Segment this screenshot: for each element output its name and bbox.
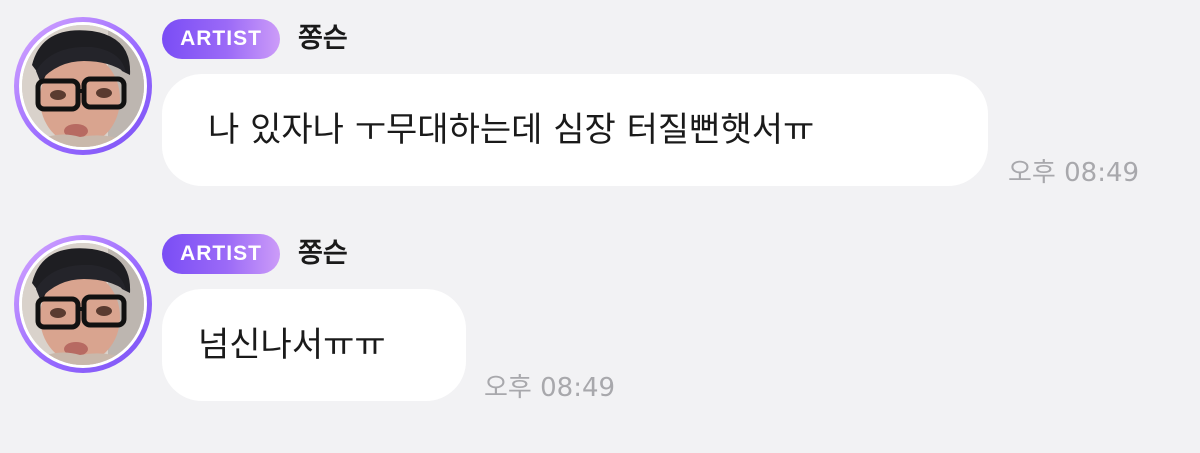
- message-bubble[interactable]: 나 있자나 ㅜ무대하는데 심장 터질뻔햇서ㅠ: [162, 74, 988, 186]
- avatar-photo: [22, 25, 144, 147]
- avatar-photo: [22, 243, 144, 365]
- message-time: 오후 08:49: [1008, 158, 1140, 188]
- avatar[interactable]: [14, 235, 152, 373]
- message-time: 오후 08:49: [484, 373, 616, 403]
- sender-name[interactable]: 쫑슨: [298, 234, 348, 274]
- artist-badge: ARTIST: [162, 19, 280, 59]
- avatar[interactable]: [14, 17, 152, 155]
- sender-name[interactable]: 쫑슨: [298, 19, 348, 59]
- artist-badge: ARTIST: [162, 234, 280, 274]
- message-bubble[interactable]: 넘신나서ㅠㅠ: [162, 289, 466, 401]
- chat-message: ARTIST 쫑슨 넘신나서ㅠㅠ 오후 08:49: [0, 215, 1200, 453]
- chat-message: ARTIST 쫑슨 나 있자나 ㅜ무대하는데 심장 터질뻔햇서ㅠ 오후 08:4…: [0, 0, 1200, 210]
- avatar-photo-icon: [22, 25, 144, 147]
- avatar-photo-icon: [22, 243, 144, 365]
